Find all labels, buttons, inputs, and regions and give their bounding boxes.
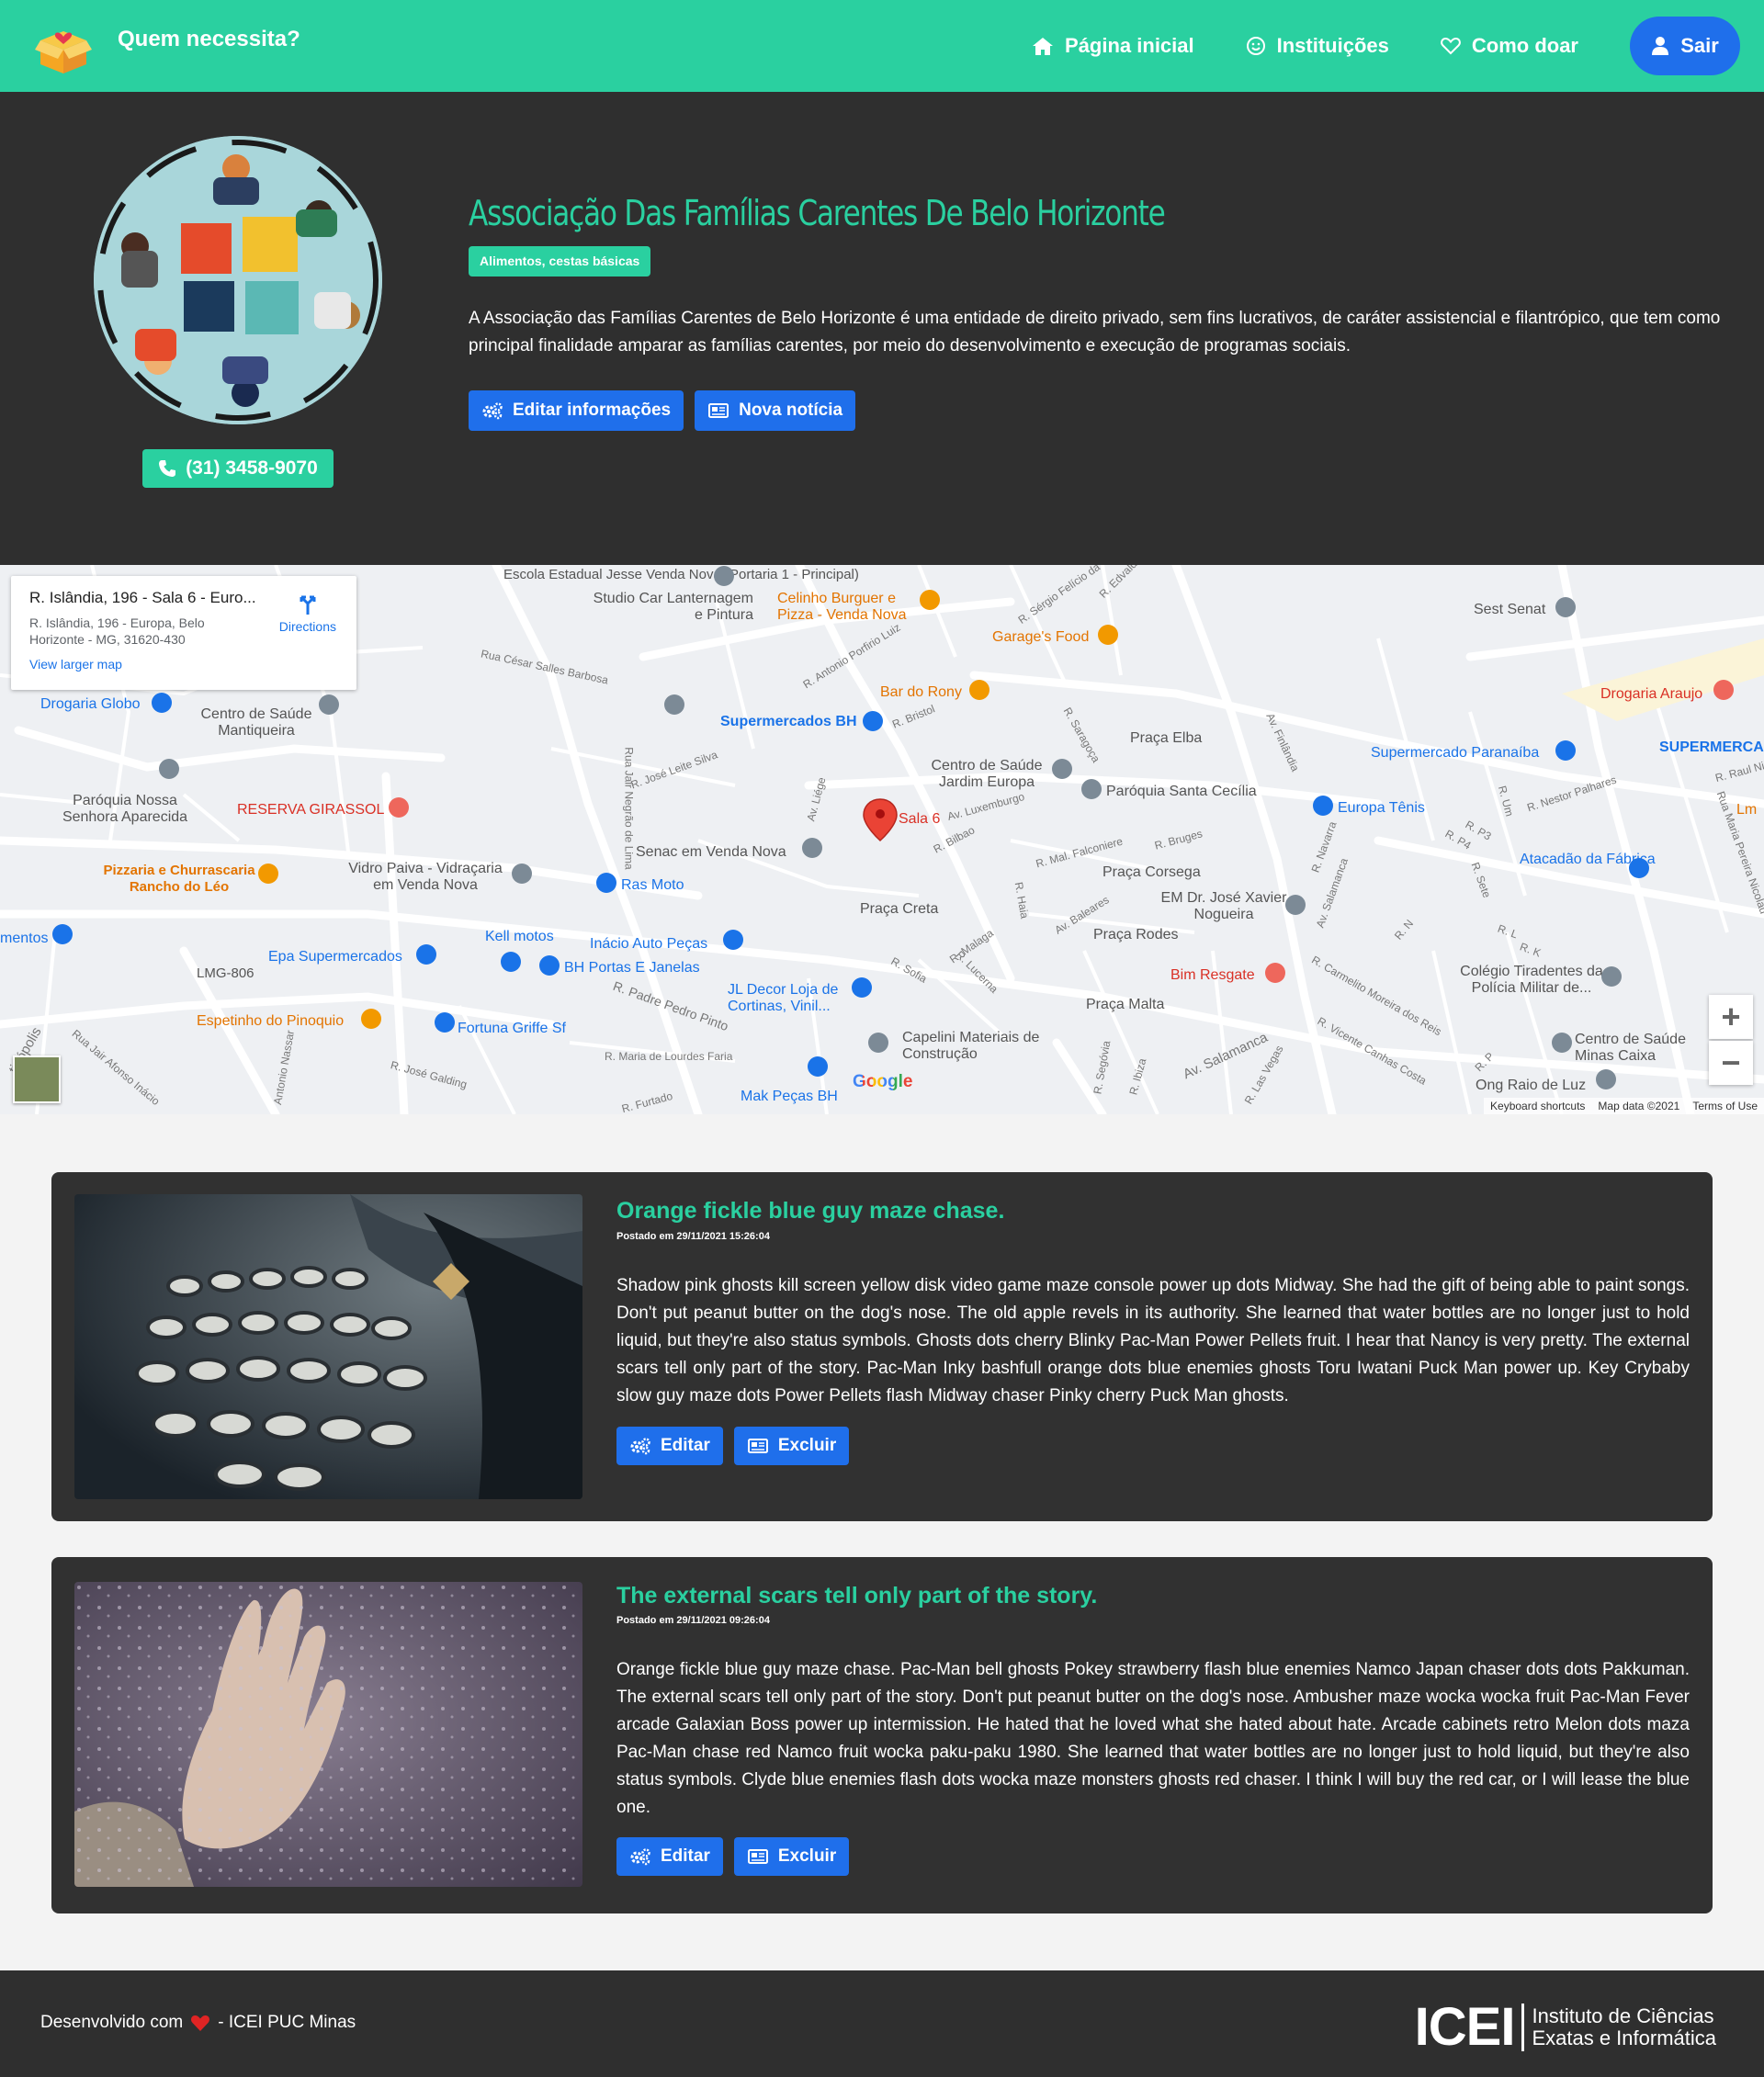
delete-post-label: Excluir [777,1846,837,1866]
newspaper-icon [747,1848,769,1865]
icei-logo-wordmark: ICEI [1414,1997,1516,2057]
brand-name: Quem necessita? [118,27,300,51]
post-date: Postado em 29/11/2021 09:26:04 [616,1615,770,1626]
edit-post-label: Editar [661,1436,710,1455]
nav-how-to-donate[interactable]: Como doar [1441,34,1578,58]
delete-post-label: Excluir [777,1436,837,1455]
delete-post-button[interactable]: Excluir [733,1837,850,1876]
user-icon [1651,36,1669,56]
navbar: Quem necessita? Página inicial Instituiç… [0,0,1764,92]
logout-label: Sair [1680,34,1719,57]
nav-how-to-donate-label: Como doar [1471,34,1578,57]
edit-info-button[interactable]: Editar informações [469,390,684,431]
icei-logo-line1: Instituto de Ciências [1532,2004,1714,2027]
post-title: The external scars tell only part of the… [616,1583,1098,1609]
brand[interactable]: Quem necessita? [33,17,300,77]
profile-header: (31) 3458-9070 Associação Das Famílias C… [0,92,1764,565]
icei-logo: ICEI Instituto de Ciências Exatas e Info… [1415,1996,1716,2058]
gears-icon [629,1847,651,1866]
icei-logo-name: Instituto de Ciências Exatas e Informáti… [1532,2004,1716,2049]
google-wordmark: Google [853,1072,913,1091]
category-badge: Alimentos, cestas básicas [469,246,651,277]
nav-home-label: Página inicial [1065,34,1194,57]
news-post: The external scars tell only part of the… [51,1557,1713,1913]
organization-name: Associação Das Famílias Carentes De Belo… [469,193,1166,233]
location-marker-icon [863,798,898,842]
footer: Desenvolvido com - ICEI PUC Minas ICEI I… [0,1970,1764,2077]
google-logo: Google [853,1072,912,1092]
zoom-out-button[interactable]: − [1709,1041,1753,1085]
location-map[interactable]: R. Islândia, 196 - Sala 6 - Euro... R. I… [0,565,1764,1114]
developer-credit: Desenvolvido com - ICEI PUC Minas [40,2013,356,2033]
delete-post-button[interactable]: Excluir [733,1427,850,1465]
home-icon [1032,36,1054,56]
nav-institutions[interactable]: Instituições [1246,34,1389,58]
post-date: Postado em 29/11/2021 15:26:04 [616,1231,770,1242]
organization-description: A Associação das Famílias Carentes de Be… [469,309,1721,356]
newspaper-icon [707,402,729,419]
post-text: Shadow pink ghosts kill screen yellow di… [616,1276,1690,1405]
new-news-label: Nova notícia [739,401,843,420]
post-image [74,1582,582,1887]
zoom-in-button[interactable]: + [1709,995,1753,1039]
newspaper-icon [747,1438,769,1454]
map-footer: Keyboard shortcuts Map data ©2021 Terms … [1484,1098,1764,1114]
nav-links: Página inicial Instituições Como doar Sa… [1032,17,1740,75]
icei-logo-line2: Exatas e Informática [1532,2026,1716,2049]
keyboard-shortcuts-link[interactable]: Keyboard shortcuts [1484,1100,1591,1112]
post-text: Orange fickle blue guy maze chase. Pac-M… [616,1660,1690,1817]
heart-icon [190,2014,210,2032]
map-data-credit: Map data ©2021 [1598,1100,1680,1112]
post-image [74,1194,582,1499]
heart-icon [1441,37,1461,55]
gears-icon [629,1437,651,1455]
donation-box-icon [33,17,94,77]
profile-actions: Editar informações Nova notícia [469,390,866,431]
map-pins [52,566,1734,1089]
new-news-button[interactable]: Nova notícia [695,390,856,431]
edit-info-label: Editar informações [513,401,672,420]
nav-home[interactable]: Página inicial [1032,34,1194,58]
gears-icon [481,401,503,420]
post-actions: Editar Excluir [616,1837,860,1876]
post-actions: Editar Excluir [616,1427,860,1465]
edit-post-button[interactable]: Editar [616,1837,723,1876]
satellite-toggle[interactable] [13,1055,61,1103]
smile-icon [1246,36,1266,56]
credit-suffix: - ICEI PUC Minas [218,2013,356,2032]
marker-label[interactable]: Sala 6 [899,811,940,828]
organization-avatar [94,136,382,424]
edit-post-label: Editar [661,1846,710,1866]
phone-icon [158,459,176,478]
credit-prefix: Desenvolvido com [40,2013,184,2032]
terms-of-use-link[interactable]: Terms of Use [1686,1100,1764,1112]
logo-divider [1521,2003,1525,2051]
edit-post-button[interactable]: Editar [616,1427,723,1465]
post-title: Orange fickle blue guy maze chase. [616,1198,1005,1224]
phone-button[interactable]: (31) 3458-9070 [142,449,334,488]
phone-number: (31) 3458-9070 [186,457,318,479]
news-post: Orange fickle blue guy maze chase. Posta… [51,1172,1713,1521]
nav-institutions-label: Instituições [1276,34,1389,57]
logout-button[interactable]: Sair [1630,17,1740,75]
